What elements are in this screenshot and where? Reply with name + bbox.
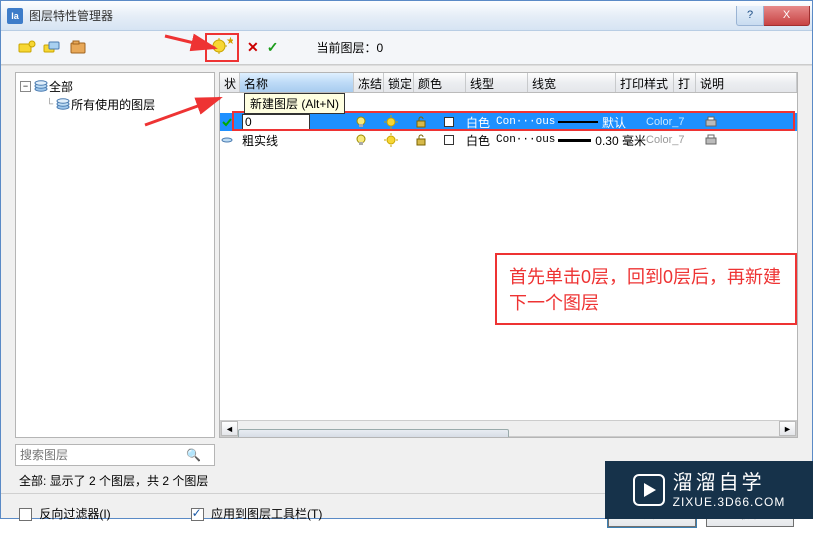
col-desc[interactable]: 说明 (696, 73, 797, 92)
lineweight-preview (558, 139, 591, 142)
scroll-thumb[interactable] (238, 429, 509, 439)
help-button[interactable]: ? (736, 6, 764, 26)
col-freeze[interactable]: 冻结 (354, 73, 384, 92)
search-input[interactable] (16, 448, 186, 462)
col-color[interactable]: 颜色 (414, 73, 466, 92)
layer-name-input[interactable] (242, 114, 310, 130)
layers-stack-icon (33, 79, 49, 93)
search-layer-row: 🔍 (15, 444, 215, 466)
collapse-icon[interactable]: − (20, 81, 31, 92)
lock-icon[interactable] (414, 115, 444, 129)
new-layer-tooltip: 新建图层 (Alt+N) (244, 93, 345, 114)
color-swatch (444, 117, 454, 127)
status-icon[interactable] (220, 133, 240, 147)
table-header: 状 名称 冻结 锁定 颜色 线型 线宽 打印样式 打 说明 (220, 73, 797, 93)
layer-table: 状 名称 冻结 锁定 颜色 线型 线宽 打印样式 打 说明 新建图层 (Alt+… (219, 72, 798, 438)
cell-name[interactable]: 粗实线 (240, 132, 354, 149)
bulb-icon[interactable] (354, 115, 384, 129)
checkbox-icon[interactable] (191, 508, 204, 521)
layers-stack-icon (55, 97, 71, 111)
cell-color-name: 白色 (466, 132, 496, 149)
layer-manager-window: la 图层特性管理器 ? X ★ ✕ ✓ 当前图层： 0 (0, 0, 813, 519)
horizontal-scrollbar[interactable]: ◄ ► (220, 420, 797, 437)
new-filter-icon[interactable] (17, 39, 37, 57)
col-lock[interactable]: 锁定 (384, 73, 414, 92)
col-name[interactable]: 名称 (240, 73, 354, 92)
color-swatch (444, 135, 454, 145)
tree-branch-icon: └ (46, 99, 53, 110)
set-current-button[interactable]: ✓ (267, 39, 279, 56)
layer-states-icon[interactable] (69, 39, 89, 57)
cell-lineweight[interactable]: 默认 (558, 114, 646, 131)
col-plotstyle[interactable]: 打印样式 (616, 73, 674, 92)
cell-name[interactable] (240, 114, 354, 130)
sun-icon[interactable] (384, 133, 414, 147)
printer-icon[interactable] (704, 133, 726, 147)
cell-plotstyle[interactable]: Color_7 (646, 116, 704, 128)
printer-icon[interactable] (704, 115, 726, 129)
scroll-left-button[interactable]: ◄ (221, 421, 238, 436)
current-layer-value: 0 (376, 41, 383, 55)
bulb-icon[interactable] (354, 133, 384, 147)
cell-color[interactable] (444, 135, 466, 145)
watermark-url: ZIXUE.3D66.COM (673, 495, 786, 509)
titlebar[interactable]: la 图层特性管理器 ? X (1, 1, 812, 31)
new-group-filter-icon[interactable] (43, 39, 63, 57)
app-icon: la (7, 8, 23, 24)
lineweight-label: 默认 (602, 114, 626, 131)
toolbar: ★ ✕ ✓ 当前图层： 0 (1, 31, 812, 65)
invert-filter-checkbox[interactable]: 反向过滤器(I) (19, 505, 111, 522)
cell-linetype[interactable]: Con···ous (496, 116, 558, 128)
annotation-text-box: 首先单击0层，回到0层后，再新建下一个图层 (495, 253, 797, 325)
tree-root-label: 全部 (49, 78, 73, 95)
watermark: 溜溜自学 ZIXUE.3D66.COM (605, 461, 813, 519)
cell-plotstyle[interactable]: Color_7 (646, 134, 704, 146)
search-icon[interactable]: 🔍 (186, 448, 201, 462)
table-row[interactable]: 白色 Con···ous 默认 Color_7 (220, 113, 797, 131)
col-linetype[interactable]: 线型 (466, 73, 528, 92)
cell-lineweight[interactable]: 0.30 毫米 (558, 132, 646, 149)
checkbox-icon[interactable] (19, 508, 32, 521)
sun-icon[interactable] (384, 115, 414, 129)
cell-color[interactable] (444, 117, 466, 127)
col-print[interactable]: 打 (674, 73, 696, 92)
main-area: − 全部 └ 所有使用的图层 状 名称 冻结 锁定 颜色 (1, 65, 812, 440)
current-layer-label: 当前图层： (316, 39, 376, 56)
annotation-arrow (140, 90, 240, 130)
cell-linetype[interactable]: Con···ous (496, 134, 558, 146)
close-button[interactable]: X (764, 6, 810, 26)
annotation-arrow (160, 33, 250, 63)
window-title: 图层特性管理器 (29, 7, 736, 24)
table-row[interactable]: 粗实线 白色 Con···ous 0.30 毫米 (220, 131, 797, 149)
lock-icon[interactable] (414, 133, 444, 147)
lineweight-preview (558, 121, 598, 123)
scroll-right-button[interactable]: ► (779, 421, 796, 436)
col-lineweight[interactable]: 线宽 (528, 73, 616, 92)
cell-color-name: 白色 (466, 114, 496, 131)
apply-toolbar-checkbox[interactable]: 应用到图层工具栏(T) (191, 505, 323, 522)
watermark-title: 溜溜自学 (673, 471, 786, 495)
play-icon (633, 474, 665, 506)
lineweight-label: 0.30 毫米 (595, 132, 646, 149)
